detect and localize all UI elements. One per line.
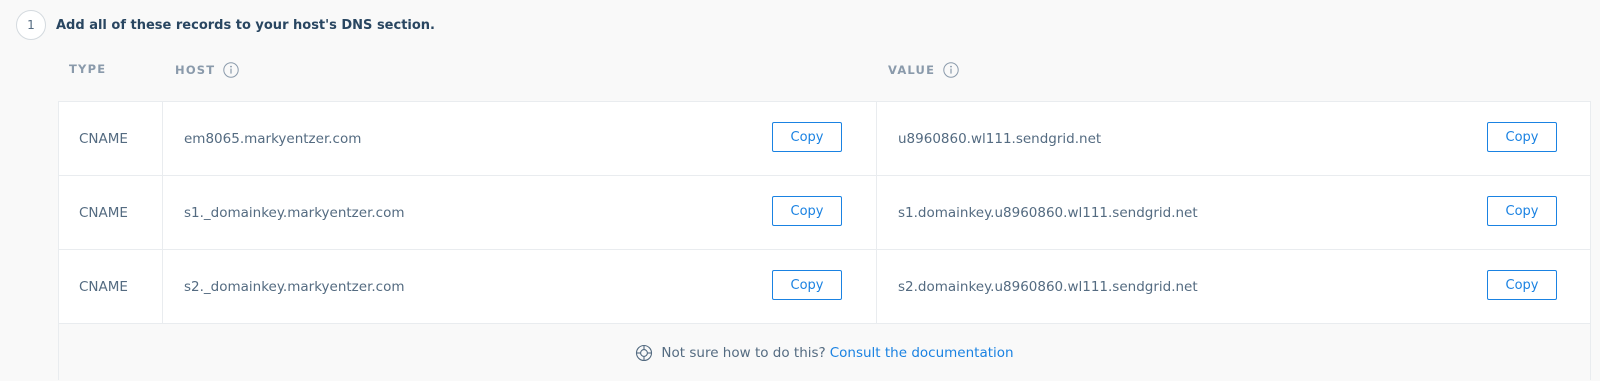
copy-host-button[interactable]: Copy xyxy=(772,270,842,300)
lifebuoy-icon xyxy=(635,344,653,362)
table-row: CNAME s1._domainkey.markyentzer.com Copy… xyxy=(59,176,1590,250)
step-number: 1 xyxy=(27,18,35,32)
dns-records-table: CNAME em8065.markyentzer.com Copy u89608… xyxy=(58,101,1591,381)
copy-value-button[interactable]: Copy xyxy=(1487,270,1557,300)
copy-value-button[interactable]: Copy xyxy=(1487,196,1557,226)
info-icon[interactable] xyxy=(943,62,959,78)
column-header-type: TYPE xyxy=(69,62,106,76)
record-value-text[interactable]: s1.domainkey.u8960860.wl111.sendgrid.net xyxy=(898,205,1198,221)
record-value-text[interactable]: u8960860.wl111.sendgrid.net xyxy=(898,131,1101,147)
copy-value-button[interactable]: Copy xyxy=(1487,122,1557,152)
record-value-text[interactable]: s2.domainkey.u8960860.wl111.sendgrid.net xyxy=(898,279,1198,295)
copy-host-button[interactable]: Copy xyxy=(772,196,842,226)
record-host: s1._domainkey.markyentzer.com Copy xyxy=(163,176,877,249)
record-type: CNAME xyxy=(59,102,163,175)
record-host: s2._domainkey.markyentzer.com Copy xyxy=(163,250,877,323)
column-header-host: HOST xyxy=(175,62,240,78)
copy-host-button[interactable]: Copy xyxy=(772,122,842,152)
record-host-text[interactable]: s2._domainkey.markyentzer.com xyxy=(184,279,405,295)
record-type: CNAME xyxy=(59,176,163,249)
step-number-badge: 1 xyxy=(16,10,46,40)
help-prompt: Not sure how to do this? xyxy=(661,344,826,361)
record-value: u8960860.wl111.sendgrid.net Copy xyxy=(877,102,1590,175)
record-host-text[interactable]: s1._domainkey.markyentzer.com xyxy=(184,205,405,221)
table-row: CNAME s2._domainkey.markyentzer.com Copy… xyxy=(59,250,1590,324)
documentation-link[interactable]: Consult the documentation xyxy=(830,345,1014,361)
table-row: CNAME em8065.markyentzer.com Copy u89608… xyxy=(59,102,1590,176)
step-title: Add all of these records to your host's … xyxy=(56,17,435,33)
record-value: s2.domainkey.u8960860.wl111.sendgrid.net… xyxy=(877,250,1590,323)
step-header: 1 Add all of these records to your host'… xyxy=(16,10,435,40)
record-type: CNAME xyxy=(59,250,163,323)
help-footer: Not sure how to do this? Consult the doc… xyxy=(59,324,1590,381)
record-value: s1.domainkey.u8960860.wl111.sendgrid.net… xyxy=(877,176,1590,249)
info-icon[interactable] xyxy=(223,62,240,78)
column-header-type-label: TYPE xyxy=(69,62,107,76)
record-host: em8065.markyentzer.com Copy xyxy=(163,102,877,175)
column-header-value: VALUE xyxy=(888,62,959,78)
record-host-text[interactable]: em8065.markyentzer.com xyxy=(184,131,361,147)
column-header-host-label: HOST xyxy=(175,63,216,77)
column-header-value-label: VALUE xyxy=(888,63,936,77)
